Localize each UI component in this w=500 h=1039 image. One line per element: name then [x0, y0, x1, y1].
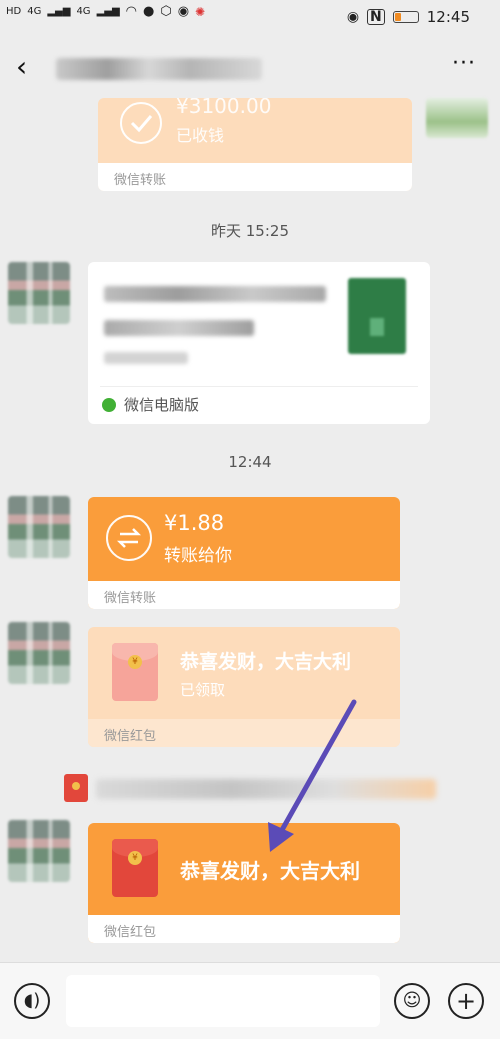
emoji-icon[interactable]: ☺ [394, 983, 430, 1019]
signal-bars-icon: ▂▄▆ [96, 6, 120, 17]
red-envelope-icon: ¥ [112, 839, 158, 897]
wifi-icon: ◠ [125, 4, 137, 19]
status-bar: HD 4G ▂▄▆ 4G ▂▄▆ ◠ ● ⬡ ◉ ✺ ◉ N 12:45 [0, 0, 500, 36]
eye-icon: ◉ [346, 9, 360, 25]
avatar-contact[interactable] [8, 820, 70, 882]
transfer-source: 微信转账 [88, 581, 400, 609]
qq-icon: ● [142, 4, 155, 19]
check-icon [120, 102, 162, 144]
red-packet-greeting: 恭喜发财，大吉大利 [180, 651, 352, 673]
transfer-received-card[interactable]: ¥3100.00 已收钱 微信转账 [98, 98, 412, 191]
signal-4g-icon: 4G [76, 6, 91, 17]
battery-icon [392, 11, 419, 23]
red-packet-opened-card[interactable]: ¥ 恭喜发财，大吉大利 已领取 微信红包 [88, 627, 400, 747]
app-icon: ◉ [177, 4, 190, 19]
file-size-blurred [104, 352, 188, 364]
red-envelope-open-icon: ¥ [112, 643, 158, 701]
nfc-icon: N [367, 9, 385, 25]
timestamp: 昨天 15:25 [211, 222, 289, 240]
more-options-button[interactable]: ··· [452, 53, 476, 75]
transfer-card[interactable]: ¥1.88 转账给你 微信转账 [88, 497, 400, 609]
message-input[interactable] [66, 975, 380, 1027]
hd-icon: HD [6, 6, 22, 17]
chat-header: ‹ ··· [0, 36, 500, 98]
red-packet-status: 已领取 [180, 681, 226, 699]
transfer-amount: ¥3100.00 [176, 98, 272, 118]
avatar-contact[interactable] [8, 262, 70, 324]
chat-title-blurred [56, 58, 262, 80]
app-icon: ✺ [195, 5, 206, 19]
transfer-source: 微信转账 [98, 163, 412, 191]
red-packet-notice-icon [64, 774, 88, 802]
voice-icon[interactable]: ◖) [14, 983, 50, 1019]
plus-icon[interactable]: + [448, 983, 484, 1019]
transfer-status: 转账给你 [164, 546, 232, 566]
file-name-blurred [104, 320, 254, 336]
red-packet-card[interactable]: ¥ 恭喜发财，大吉大利 微信红包 [88, 823, 400, 943]
file-source: 微信电脑版 [124, 396, 200, 414]
back-button[interactable]: ‹ [16, 52, 27, 82]
transfer-amount: ¥1.88 [164, 511, 225, 535]
file-message-card[interactable]: 微信电脑版 [88, 262, 430, 424]
avatar-contact[interactable] [8, 622, 70, 684]
app-icon: ⬡ [160, 4, 172, 19]
input-bar: ◖) ☺ + [0, 962, 500, 1039]
red-packet-notice-blurred [96, 779, 436, 799]
transfer-icon [106, 515, 152, 561]
excel-file-icon [348, 278, 406, 354]
divider [100, 386, 418, 387]
timestamp: 12:44 [228, 453, 272, 471]
avatar-self[interactable] [426, 98, 488, 138]
red-packet-greeting: 恭喜发财，大吉大利 [180, 859, 360, 883]
signal-4g-icon: 4G [27, 6, 42, 17]
wechat-pc-icon [102, 398, 116, 412]
red-packet-source: 微信红包 [88, 719, 400, 747]
avatar-contact[interactable] [8, 496, 70, 558]
transfer-status: 已收钱 [176, 126, 225, 145]
file-name-blurred [104, 286, 326, 302]
red-packet-source: 微信红包 [88, 915, 400, 943]
signal-bars-icon: ▂▄▆ [47, 6, 71, 17]
status-time: 12:45 [426, 8, 470, 26]
